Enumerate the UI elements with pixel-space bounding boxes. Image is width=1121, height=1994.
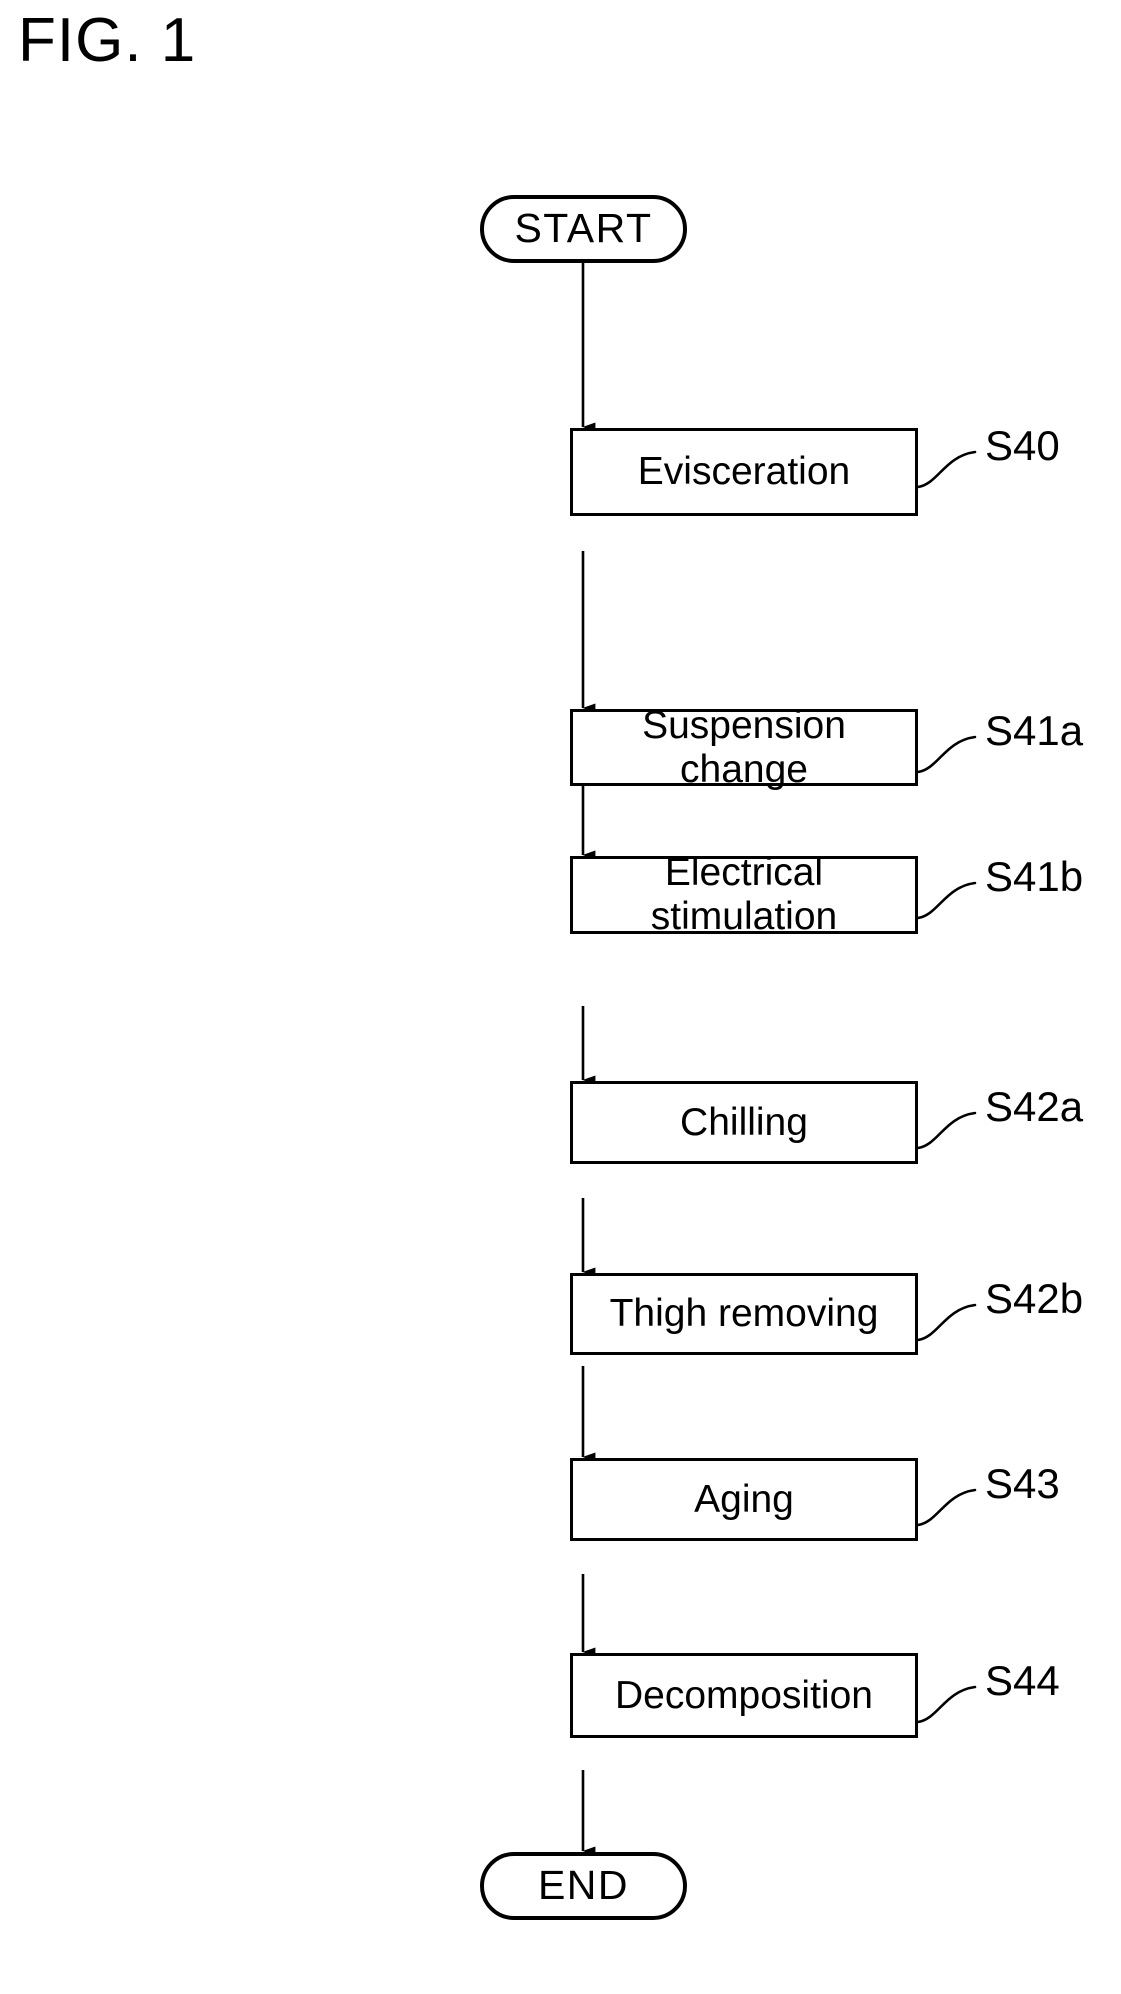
leader-line-s41a [916,735,977,774]
flow-node-end-label: END [537,1862,630,1909]
flow-node-decomposition[interactable]: Decomposition [570,1653,918,1738]
step-ref-s42a: S42a [985,1083,1084,1130]
flow-node-aging-label: Aging [694,1477,794,1521]
leader-line-s42b [916,1303,977,1342]
flow-node-evisceration-label: Evisceration [637,450,851,494]
flow-node-thigh-removing-label: Thigh removing [609,1292,879,1336]
step-ref-s43: S43 [985,1460,1060,1507]
flow-node-electrical-stimulation[interactable]: Electrical stimulation [570,851,918,938]
flow-node-suspension-change[interactable]: Suspension change [570,704,918,791]
flowchart-diagram: START Evisceration Suspension change Ele… [0,0,1121,1994]
flow-node-chilling[interactable]: Chilling [570,1081,918,1164]
flow-node-evisceration[interactable]: Evisceration [570,428,918,516]
flow-node-aging[interactable]: Aging [570,1458,918,1541]
flow-node-decomposition-label: Decomposition [615,1673,873,1717]
step-ref-s41b: S41b [985,853,1084,900]
leader-line-s41b [916,881,977,920]
flow-node-start[interactable]: START [480,195,687,263]
flow-node-start-label: START [514,205,653,252]
flow-node-thigh-removing[interactable]: Thigh removing [570,1273,918,1355]
leader-line-s42a [916,1111,977,1150]
flow-node-chilling-label: Chilling [680,1100,808,1144]
step-ref-s41a: S41a [985,707,1084,754]
flow-node-suspension-change-label: Suspension change [642,703,846,791]
step-ref-s44: S44 [985,1657,1060,1704]
flow-node-electrical-stimulation-label: Electrical stimulation [650,851,838,938]
step-ref-s40: S40 [985,422,1060,469]
leader-line-s40 [916,450,977,489]
reference-leader-lines [916,450,977,1724]
flow-connectors [581,262,596,1856]
flow-node-end[interactable]: END [480,1852,687,1920]
step-ref-s42b: S42b [985,1275,1084,1322]
leader-line-s43 [916,1488,977,1527]
leader-line-s44 [916,1685,977,1724]
